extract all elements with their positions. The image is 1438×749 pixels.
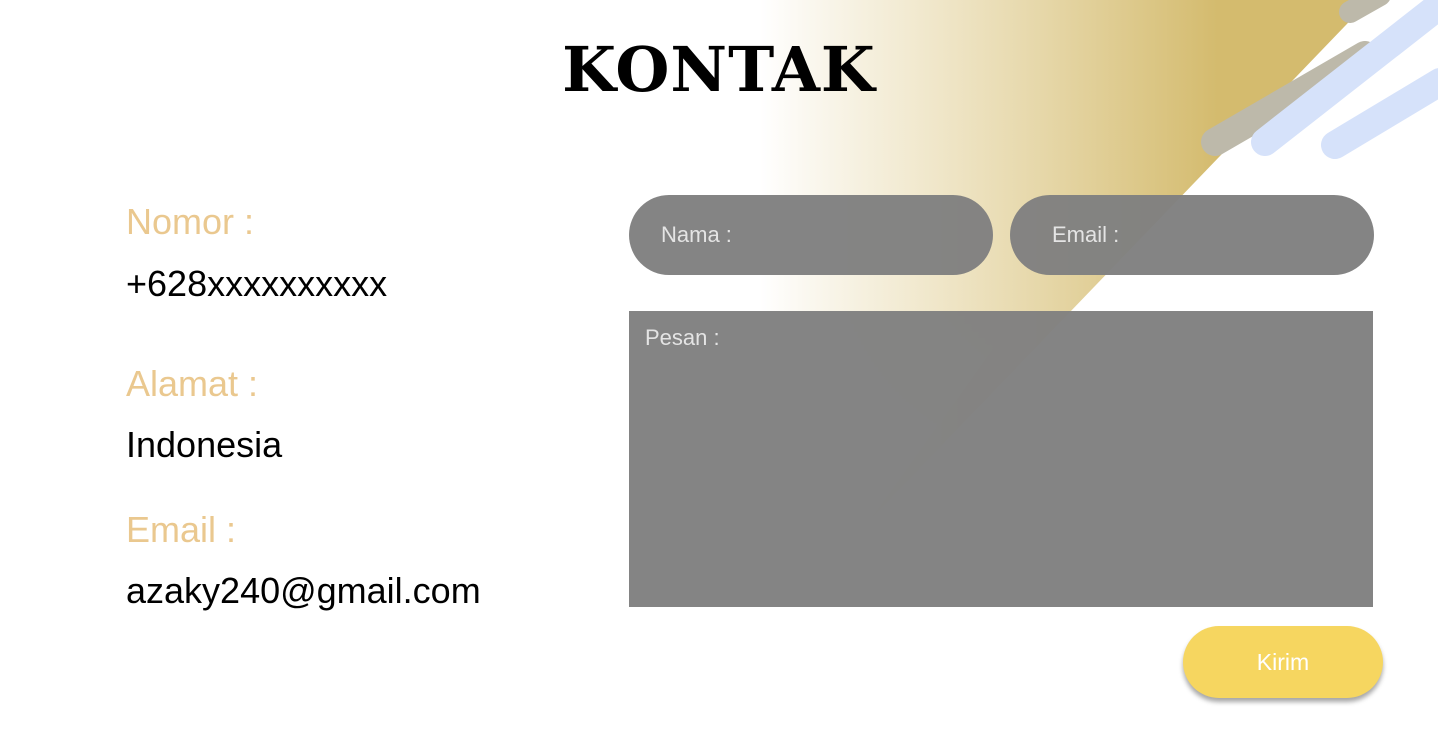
submit-button[interactable]: Kirim [1183,626,1383,698]
address-value: Indonesia [126,424,283,465]
page-title: KONTAK [562,33,876,106]
email-value: azaky240@gmail.com [126,570,481,611]
grey-stripe-top [1339,0,1390,23]
email-label: Email : [126,509,237,550]
message-textarea[interactable] [629,311,1373,607]
phone-value: +628xxxxxxxxxx [126,263,388,304]
address-label: Alamat : [126,363,259,404]
phone-label: Nomor : [126,201,255,242]
email-input[interactable] [1010,195,1374,275]
name-input[interactable] [629,195,993,275]
